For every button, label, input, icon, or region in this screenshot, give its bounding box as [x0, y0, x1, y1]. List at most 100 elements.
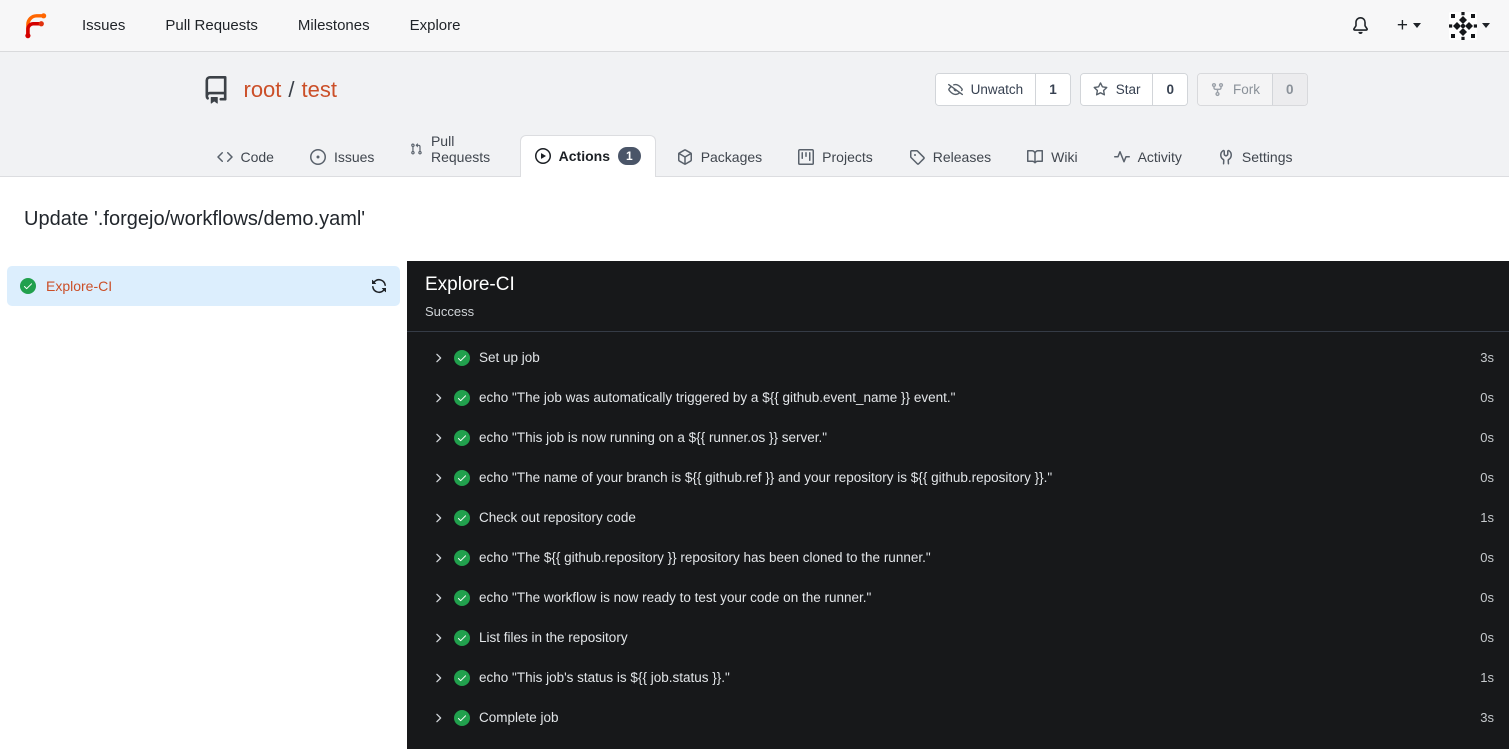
step-row[interactable]: Set up job 3s: [407, 338, 1509, 378]
step-duration: 3s: [1480, 350, 1494, 366]
step-duration: 1s: [1480, 670, 1494, 686]
package-icon: [677, 149, 692, 165]
issue-opened-icon: [309, 149, 326, 165]
nav-item-pull-requests[interactable]: Pull Requests: [165, 17, 258, 34]
step-row[interactable]: echo "This job is now running on a ${{ r…: [407, 418, 1509, 458]
tab-pull-requests[interactable]: Pull Requests: [395, 121, 513, 176]
step-row[interactable]: echo "The workflow is now ready to test …: [407, 578, 1509, 618]
repo-header: root / test Unwatch 1 Star 0 Fork 0 Code…: [0, 52, 1509, 177]
tab-settings[interactable]: Settings: [1203, 137, 1308, 176]
step-row[interactable]: echo "The name of your branch is ${{ git…: [407, 458, 1509, 498]
tag-icon: [909, 150, 925, 165]
chevron-right-icon[interactable]: [431, 431, 445, 445]
nav-item-issues[interactable]: Issues: [82, 17, 125, 34]
star-button[interactable]: Star: [1080, 74, 1153, 105]
eye-slash-icon: [947, 83, 963, 96]
chevron-right-icon[interactable]: [431, 711, 445, 725]
step-row[interactable]: List files in the repository 0s: [407, 618, 1509, 658]
unwatch-button[interactable]: Unwatch: [935, 74, 1036, 105]
sidebar-job-item-explore-ci[interactable]: Explore-CI: [7, 265, 400, 306]
tab-label: Code: [240, 149, 274, 165]
step-duration: 3s: [1480, 710, 1494, 726]
tab-code[interactable]: Code: [202, 137, 289, 176]
star-icon: [1093, 82, 1108, 96]
step-duration: 0s: [1480, 390, 1494, 406]
navbar-links: Issues Pull Requests Milestones Explore: [82, 17, 460, 34]
step-name: echo "The job was automatically triggere…: [479, 390, 956, 406]
user-menu-dropdown[interactable]: [1449, 11, 1490, 40]
star-label: Star: [1115, 82, 1141, 97]
chevron-right-icon[interactable]: [431, 631, 445, 645]
chevron-right-icon[interactable]: [431, 471, 445, 485]
nav-item-milestones[interactable]: Milestones: [298, 17, 370, 34]
repo-icon: [202, 75, 230, 104]
avatar: [1449, 11, 1477, 40]
chevron-right-icon[interactable]: [431, 551, 445, 565]
chevron-right-icon[interactable]: [431, 591, 445, 605]
step-row[interactable]: Complete job 3s: [407, 698, 1509, 738]
repo-path-separator: /: [288, 76, 295, 102]
fork-icon: [1211, 82, 1224, 97]
step-name: Complete job: [479, 710, 559, 726]
step-name: echo "This job is now running on a ${{ r…: [479, 430, 828, 446]
job-detail-title: Explore-CI: [425, 273, 515, 295]
refresh-job-button[interactable]: [371, 278, 387, 294]
chevron-right-icon[interactable]: [431, 671, 445, 685]
repo-name-link[interactable]: test: [302, 77, 337, 103]
step-row[interactable]: echo "The job was automatically triggere…: [407, 378, 1509, 418]
tab-issues[interactable]: Issues: [295, 137, 389, 176]
repo-tabs: Code Issues Pull Requests Actions 1 Pack…: [202, 121, 1308, 177]
repo-owner-link[interactable]: root: [244, 77, 282, 103]
play-circle-icon: [534, 148, 551, 164]
navbar-right: +: [1352, 11, 1490, 40]
step-success-check-icon: [454, 389, 470, 406]
chevron-right-icon[interactable]: [431, 351, 445, 365]
step-duration: 0s: [1480, 430, 1494, 446]
watchers-count[interactable]: 1: [1035, 74, 1070, 105]
step-duration: 0s: [1480, 630, 1494, 646]
step-success-check-icon: [454, 549, 470, 566]
tab-label: Issues: [333, 149, 375, 165]
fork-button-group: Fork 0: [1196, 73, 1308, 106]
jobs-sidebar: Explore-CI: [0, 260, 407, 749]
step-name: List files in the repository: [479, 630, 628, 646]
chevron-right-icon[interactable]: [431, 391, 445, 405]
tab-projects[interactable]: Projects: [783, 137, 888, 176]
chevron-down-icon: [1482, 23, 1490, 28]
step-name: echo "This job's status is ${{ job.statu…: [479, 670, 730, 686]
plus-icon: +: [1396, 15, 1408, 36]
chevron-right-icon[interactable]: [431, 511, 445, 525]
notifications-button[interactable]: [1352, 17, 1369, 34]
step-success-check-icon: [454, 709, 470, 726]
project-board-icon: [798, 149, 815, 165]
tab-releases[interactable]: Releases: [894, 137, 1006, 176]
create-new-dropdown[interactable]: +: [1397, 16, 1421, 35]
run-body: Explore-CI Explore-CI Success Set up job…: [0, 260, 1509, 749]
tab-label: Pull Requests: [430, 133, 491, 165]
step-row[interactable]: echo "This job's status is ${{ job.statu…: [407, 658, 1509, 698]
nav-item-explore[interactable]: Explore: [410, 17, 461, 34]
job-detail-panel: Explore-CI Success Set up job 3s echo "T…: [407, 260, 1509, 749]
forgejo-logo[interactable]: [19, 10, 50, 41]
step-name: echo "The name of your branch is ${{ git…: [479, 470, 1053, 486]
step-name: Set up job: [479, 350, 540, 366]
step-duration: 0s: [1480, 470, 1494, 486]
step-row[interactable]: echo "The ${{ github.repository }} repos…: [407, 538, 1509, 578]
job-status-text: Success: [425, 303, 475, 319]
repo-breadcrumb: root / test: [244, 77, 338, 103]
tab-label: Projects: [822, 149, 873, 165]
chevron-down-icon: [1413, 23, 1421, 28]
repo-action-buttons: Unwatch 1 Star 0 Fork 0: [934, 73, 1308, 106]
step-row[interactable]: Check out repository code 1s: [407, 498, 1509, 538]
tab-wiki[interactable]: Wiki: [1012, 137, 1092, 176]
stars-count[interactable]: 0: [1152, 74, 1187, 105]
tab-packages[interactable]: Packages: [662, 137, 777, 176]
tab-label: Settings: [1241, 149, 1293, 165]
star-button-group: Star 0: [1079, 73, 1188, 106]
tab-label: Packages: [700, 149, 763, 165]
fork-button: Fork: [1197, 74, 1272, 105]
step-success-check-icon: [454, 349, 470, 366]
tab-activity[interactable]: Activity: [1099, 137, 1197, 176]
tab-actions[interactable]: Actions 1: [519, 135, 656, 177]
job-success-check-icon: [20, 277, 36, 294]
